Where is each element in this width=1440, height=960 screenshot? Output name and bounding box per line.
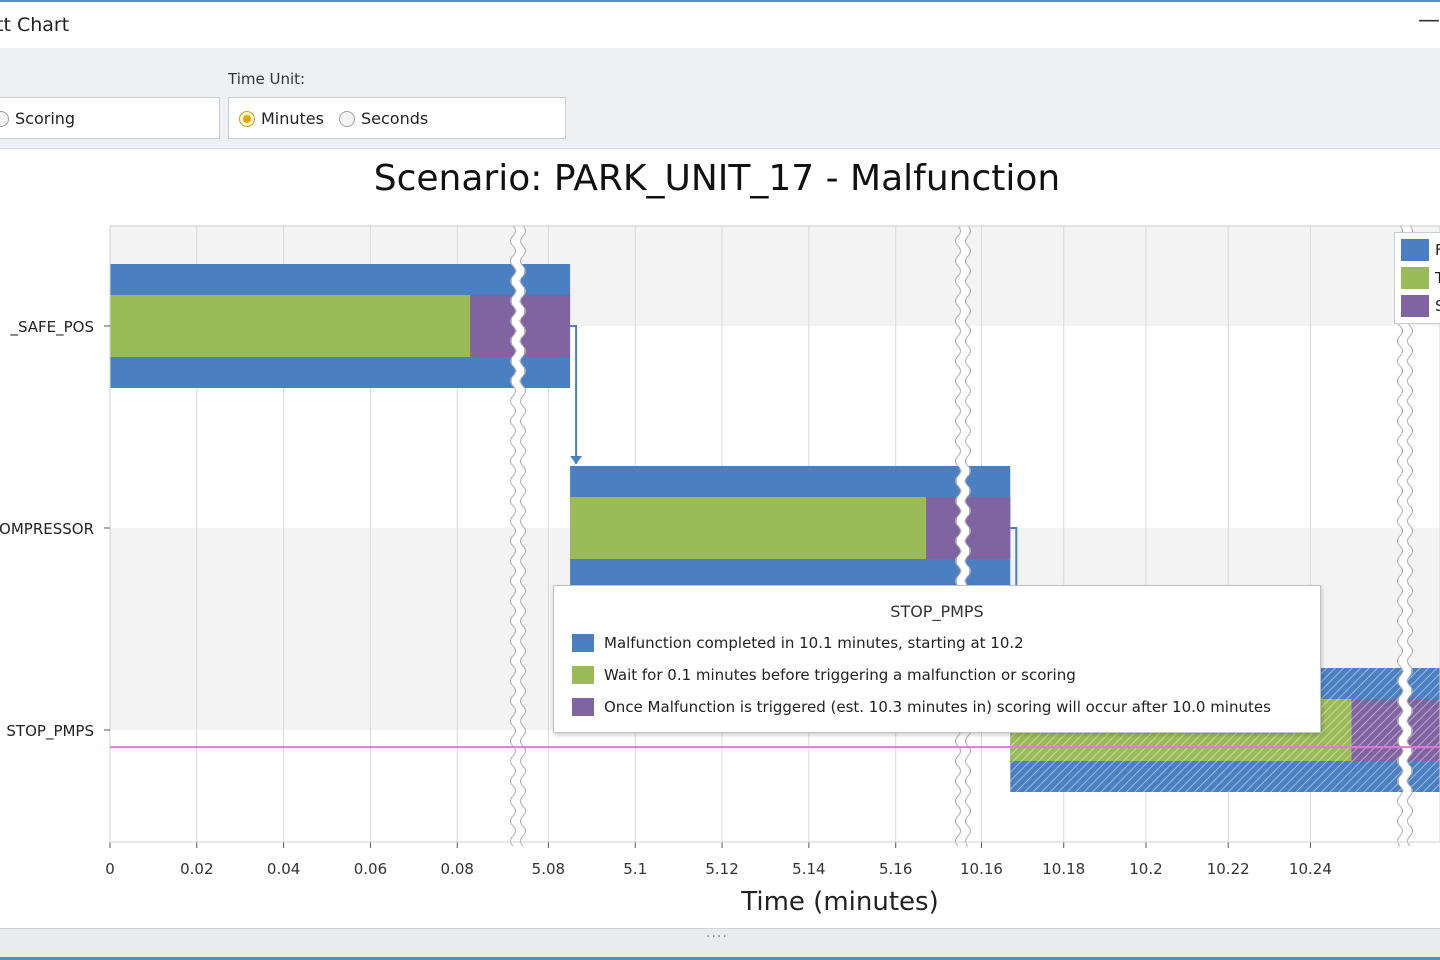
dependency-arrow (570, 325, 578, 464)
legend-swatch-wait (1401, 267, 1429, 289)
tooltip-swatch-run (572, 634, 594, 652)
tooltip-row-wait: Wait for 0.1 minutes before triggering a… (572, 666, 1076, 684)
x-tick-label: 5.1 (623, 860, 647, 878)
resize-grip-icon[interactable]: ···· (706, 929, 728, 945)
tooltip-text-scoring: Once Malfunction is triggered (est. 10.3… (604, 698, 1271, 716)
x-axis-label: Time (minutes) (740, 887, 938, 917)
tooltip-text-wait: Wait for 0.1 minutes before triggering a… (604, 666, 1076, 684)
tooltip-row-scoring: Once Malfunction is triggered (est. 10.3… (572, 698, 1271, 716)
x-tick-label: 0.06 (354, 860, 387, 878)
gantt-chart: 0 0.02 0.04 0.06 0.08 5.08 5.1 5.12 5.14 5.16 10.1… (0, 223, 1440, 917)
legend-label-wait: T (1435, 269, 1440, 287)
x-tick-label: 0.04 (267, 860, 300, 878)
legend-swatch-scoring (1401, 295, 1429, 317)
task-bar-wait (570, 497, 927, 559)
legend-label-run: F (1435, 241, 1440, 259)
x-tick-label: 0 (105, 860, 115, 878)
legend-swatch-run (1401, 239, 1429, 261)
x-tick-label: 5.14 (792, 860, 825, 878)
x-tick-label: 10.24 (1289, 860, 1332, 878)
x-tick-label: 5.12 (705, 860, 738, 878)
tooltip-title: STOP_PMPS (890, 602, 984, 621)
legend-label-scoring: S (1435, 297, 1440, 315)
x-tick-label: 0.02 (180, 860, 213, 878)
axis-break (511, 223, 525, 849)
task-tooltip: STOP_PMPS Malfunction completed in 10.1 … (553, 585, 1321, 733)
x-tick-label: 10.16 (960, 860, 1003, 878)
x-tick-label: 10.2 (1129, 860, 1162, 878)
tooltip-row-run: Malfunction completed in 10.1 minutes, s… (572, 634, 1024, 652)
y-tick-label: OMPRESSOR (0, 520, 94, 538)
tooltip-swatch-wait (572, 666, 594, 684)
x-tick-label: 10.18 (1042, 860, 1085, 878)
status-bar: ···· (0, 928, 1440, 960)
y-tick-label: STOP_PMPS (6, 722, 94, 741)
x-tick-label: 10.22 (1207, 860, 1250, 878)
tooltip-text-run: Malfunction completed in 10.1 minutes, s… (604, 634, 1024, 652)
tooltip-swatch-scoring (572, 698, 594, 716)
task-bar-wait (110, 295, 471, 357)
dependency-arrowhead (570, 456, 583, 464)
y-tick-label: _SAFE_POS (9, 318, 94, 337)
axis-break (956, 223, 970, 849)
x-tick-label: 5.16 (879, 860, 912, 878)
chart-legend: F T S (1394, 232, 1440, 324)
x-tick-label: 5.08 (532, 860, 565, 878)
x-tick-label: 0.08 (441, 860, 474, 878)
